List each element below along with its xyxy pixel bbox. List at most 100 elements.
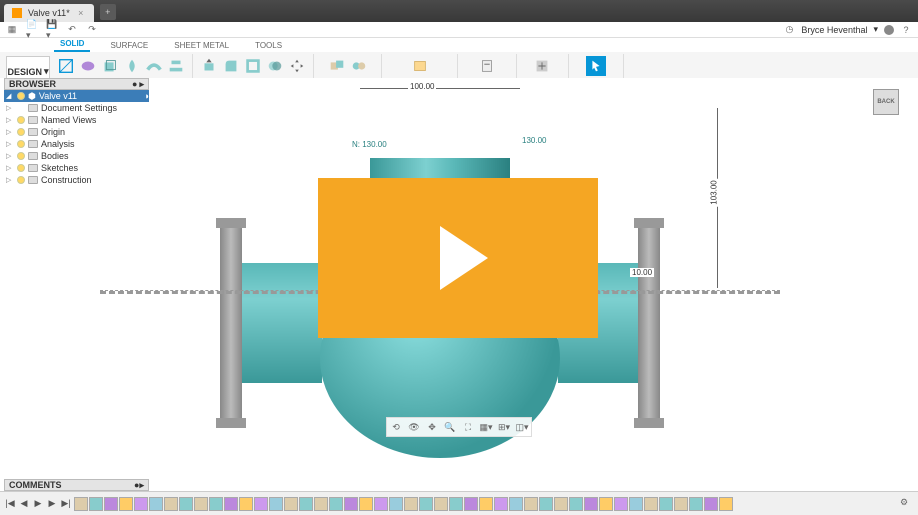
comments-expand-icon[interactable]: ▸ [139,480,144,490]
timeline-feature[interactable] [599,497,613,511]
expand-icon[interactable]: ▷ [6,152,14,160]
save-icon[interactable]: 💾▾ [46,24,58,36]
timeline-feature[interactable] [359,497,373,511]
expand-icon[interactable]: ▷ [6,128,14,136]
comments-panel-header[interactable]: COMMENTS ●▸ [4,479,149,491]
timeline-feature[interactable] [689,497,703,511]
avatar[interactable] [884,25,894,35]
zoom-icon[interactable]: 🔍 [443,420,457,434]
timeline-fwd-icon[interactable]: ▶ [46,498,58,510]
expand-icon[interactable]: ▷ [6,104,14,112]
timeline-feature[interactable] [149,497,163,511]
extrude-icon[interactable] [100,56,120,76]
timeline-back-icon[interactable]: ◀ [18,498,30,510]
timeline-feature[interactable] [479,497,493,511]
timeline-feature[interactable] [584,497,598,511]
timeline-end-icon[interactable]: ▶| [60,498,72,510]
browser-header[interactable]: BROWSER ●▸ [4,78,149,90]
timeline-feature[interactable] [554,497,568,511]
timeline-feature[interactable] [569,497,583,511]
browser-pin-icon[interactable]: ● [132,79,137,90]
timeline-feature[interactable] [344,497,358,511]
timeline-feature[interactable] [179,497,193,511]
insert-icon[interactable] [532,56,552,76]
timeline-feature[interactable] [464,497,478,511]
timeline-feature[interactable] [314,497,328,511]
new-tab-button[interactable]: + [100,4,116,20]
tab-surface[interactable]: SURFACE [104,39,154,52]
timeline-feature[interactable] [299,497,313,511]
new-sketch-icon[interactable] [56,56,76,76]
tab-tools[interactable]: TOOLS [249,39,288,52]
display-settings-icon[interactable]: ▦▾ [479,420,493,434]
timeline-feature[interactable] [119,497,133,511]
orbit-icon[interactable]: ⟲ [389,420,403,434]
job-status-icon[interactable]: ◷ [783,24,795,36]
visibility-icon[interactable] [17,152,25,160]
redo-icon[interactable]: ↷ [86,24,98,36]
visibility-icon[interactable] [17,140,25,148]
timeline-feature[interactable] [269,497,283,511]
select-icon[interactable] [586,56,606,76]
combine-icon[interactable] [265,56,285,76]
timeline-feature[interactable] [224,497,238,511]
revolve-icon[interactable] [122,56,142,76]
visibility-icon[interactable] [17,176,25,184]
timeline-feature[interactable] [374,497,388,511]
expand-icon[interactable]: ▷ [6,164,14,172]
fit-icon[interactable]: ⛶ [461,420,475,434]
timeline-feature[interactable] [209,497,223,511]
close-tab-icon[interactable]: × [76,8,86,18]
loft-icon[interactable] [166,56,186,76]
file-menu-icon[interactable]: 📄▾ [26,24,38,36]
visibility-icon[interactable] [17,116,25,124]
browser-item[interactable]: ▷Document Settings [4,102,149,114]
timeline-feature[interactable] [164,497,178,511]
timeline-feature[interactable] [629,497,643,511]
browser-item[interactable]: ▷Sketches [4,162,149,174]
viewports-icon[interactable]: ◫▾ [515,420,529,434]
expand-icon[interactable]: ▷ [6,116,14,124]
timeline-feature[interactable] [284,497,298,511]
timeline-feature[interactable] [89,497,103,511]
tab-sheet-metal[interactable]: SHEET METAL [168,39,235,52]
timeline-feature[interactable] [524,497,538,511]
press-pull-icon[interactable] [199,56,219,76]
pan-icon[interactable]: ✥ [425,420,439,434]
browser-root[interactable]: ◢⬢Valve v11◑ [4,90,149,102]
timeline-feature[interactable] [419,497,433,511]
timeline-feature[interactable] [674,497,688,511]
browser-item[interactable]: ▷Bodies [4,150,149,162]
new-component-icon[interactable] [327,56,347,76]
timeline-feature[interactable] [404,497,418,511]
grid-icon[interactable]: ⊞▾ [497,420,511,434]
timeline-feature[interactable] [494,497,508,511]
look-at-icon[interactable]: 👁 [407,420,421,434]
timeline-feature[interactable] [449,497,463,511]
timeline-feature[interactable] [659,497,673,511]
tab-solid[interactable]: SOLID [54,37,90,52]
browser-item[interactable]: ▷Construction [4,174,149,186]
timeline-feature[interactable] [239,497,253,511]
construct-plane-icon[interactable] [410,56,430,76]
timeline-feature[interactable] [539,497,553,511]
timeline-feature[interactable] [104,497,118,511]
browser-item[interactable]: ▷Origin [4,126,149,138]
timeline-feature[interactable] [329,497,343,511]
timeline-play-icon[interactable]: ▶ [32,498,44,510]
timeline-feature[interactable] [614,497,628,511]
move-icon[interactable] [287,56,307,76]
timeline-settings-icon[interactable]: ⚙ [900,497,914,511]
timeline-feature[interactable] [254,497,268,511]
browser-menu-icon[interactable]: ▸ [139,79,144,90]
timeline-feature[interactable] [719,497,733,511]
timeline-start-icon[interactable]: |◀ [4,498,16,510]
timeline-feature[interactable] [74,497,88,511]
shell-icon[interactable] [243,56,263,76]
timeline-feature[interactable] [644,497,658,511]
undo-icon[interactable]: ↶ [66,24,78,36]
visibility-icon[interactable] [17,128,25,136]
play-video-button[interactable] [318,178,598,338]
help-icon[interactable]: ? [900,24,912,36]
joint-icon[interactable] [349,56,369,76]
